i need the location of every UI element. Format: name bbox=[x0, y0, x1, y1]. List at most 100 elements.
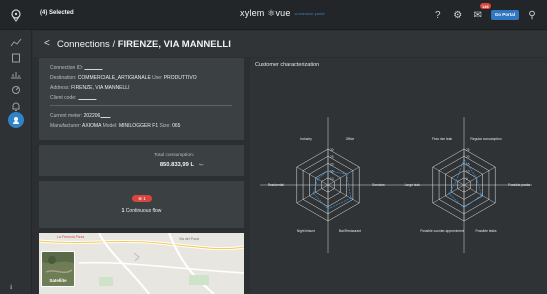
info-divider bbox=[50, 105, 232, 106]
size-label: Size: bbox=[159, 123, 171, 129]
analytics-icon[interactable] bbox=[9, 84, 23, 96]
radar-spoke bbox=[327, 184, 360, 204]
alerts-card[interactable]: ⊗ 1 1 Continuous flow bbox=[39, 181, 244, 228]
radar-axis-label: Large leak bbox=[405, 183, 421, 187]
bar-chart-icon[interactable] bbox=[9, 68, 23, 80]
radar-spoke bbox=[296, 166, 329, 186]
info-icon[interactable]: ℹ bbox=[10, 284, 12, 291]
radar-data-point bbox=[455, 179, 458, 182]
back-chevron-icon[interactable]: < bbox=[44, 38, 50, 49]
redaction-scribble bbox=[100, 113, 113, 118]
radar-axis-label: Services bbox=[372, 183, 385, 187]
destination-row: Destination: COMMERCIALE_ARTIGIANALE Use… bbox=[50, 75, 197, 81]
go-portal-button[interactable]: Go Portal bbox=[490, 10, 519, 20]
address-value: FIRENZE, VIA MANNELLI bbox=[71, 85, 130, 91]
breadcrumb-connections[interactable]: Connections / bbox=[57, 39, 118, 50]
radar-data-point bbox=[475, 176, 478, 179]
radar-axis-label: Possible peaks bbox=[508, 183, 531, 187]
location-pin-icon[interactable] bbox=[9, 8, 23, 22]
redaction-scribble bbox=[84, 65, 105, 70]
continuous-flow-alert: 1 Continuous flow bbox=[39, 208, 244, 214]
radar-tick-label: 20 bbox=[330, 162, 334, 166]
radar-data-point bbox=[463, 207, 465, 209]
alert-label: Continuous flow bbox=[125, 208, 162, 214]
current-meter-value: 202206 bbox=[83, 113, 101, 119]
manufacturer-label: Manufacturer: bbox=[50, 123, 81, 129]
radar-axis-label: Residential bbox=[268, 183, 285, 187]
radar-data-point bbox=[327, 169, 329, 172]
map-street-label: Via dei Pucci bbox=[179, 237, 200, 241]
radar-data-point bbox=[349, 197, 352, 200]
total-consumption-value: 850.833,99 L bbox=[159, 162, 194, 168]
radar-axis-label: Flow rise leak bbox=[432, 137, 453, 141]
connection-info-card: Connection ID: Destination: COMMERCIALE_… bbox=[39, 58, 244, 140]
current-meter-row: Current meter: 202206 bbox=[50, 113, 113, 119]
radar-tick-label: 10 bbox=[330, 177, 334, 181]
connection-id-row: Connection ID: bbox=[50, 65, 105, 71]
mail-badge: 146 bbox=[480, 3, 491, 9]
radar-charts: 1015202530OfficeServicesBar/RestaurantNi… bbox=[260, 117, 532, 253]
settings-gear-icon[interactable]: ⚙ bbox=[451, 8, 465, 22]
document-icon[interactable] bbox=[9, 52, 23, 64]
radar-data-point bbox=[316, 178, 319, 180]
top-bar: (4) Selected xylem ⚛vue conversion portal… bbox=[0, 0, 547, 30]
model-label: Model: bbox=[102, 123, 118, 129]
radar-spoke bbox=[296, 184, 329, 204]
user-icon[interactable]: ⚲ bbox=[525, 8, 539, 22]
brand-name: xylem ⚛vue bbox=[240, 8, 291, 18]
alert-count: 1 bbox=[121, 208, 125, 214]
radar-axis-label: Industry bbox=[300, 137, 312, 141]
radar-data-point bbox=[448, 192, 450, 195]
location-map[interactable]: La Ferrovia Pizza Via dei Pucci Satellit… bbox=[39, 233, 244, 294]
destination-value: COMMERCIALE_ARTIGIANALE bbox=[77, 75, 151, 81]
satellite-label: Satellite bbox=[49, 278, 67, 283]
mail-icon[interactable]: ✉ 146 bbox=[471, 3, 491, 22]
address-label: Address: bbox=[50, 85, 70, 91]
radar-tick-label: 30 bbox=[330, 148, 334, 152]
radar-tick-label: 25 bbox=[466, 148, 470, 152]
radar-axis-label: Possible leaks bbox=[475, 229, 496, 233]
customer-characterization-panel: Customer characterization 10 15 20 25 30 Offi… bbox=[250, 58, 547, 294]
left-navigation: ℹ bbox=[0, 30, 32, 294]
alert-badge: ⊗ 1 bbox=[132, 195, 152, 202]
top-bar-actions: ? ⚙ ✉ 146 Go Portal ⚲ bbox=[431, 3, 539, 23]
connection-name: FIRENZE, VIA MANNELLI bbox=[117, 39, 231, 50]
total-consumption-card: Total consumption: 850.833,99 L ⌙ bbox=[39, 145, 244, 176]
current-meter-label: Current meter: bbox=[50, 113, 83, 119]
brand-logo: xylem ⚛vue conversion portal bbox=[240, 8, 325, 19]
page-header: < Connections / FIRENZE, VIA MANNELLI bbox=[33, 31, 547, 57]
use-value: PRODUTTIVO bbox=[163, 75, 197, 81]
brand-subtitle: conversion portal bbox=[294, 11, 325, 16]
destination-label: Destination: bbox=[50, 75, 77, 81]
radar-spoke bbox=[432, 166, 465, 186]
model-value: MINILOGGER F1 bbox=[118, 123, 159, 129]
client-code-row: Client code: bbox=[50, 95, 98, 101]
radar-tick-label: 20 bbox=[466, 155, 470, 159]
radar-data-point bbox=[345, 173, 348, 176]
meter-icon[interactable] bbox=[8, 112, 24, 128]
use-label: Use: bbox=[152, 75, 163, 81]
chart-line-icon[interactable] bbox=[9, 36, 23, 48]
client-code-label: Client code: bbox=[50, 95, 77, 101]
radar-tick-label: 5 bbox=[466, 177, 468, 181]
radar-data-point bbox=[312, 192, 315, 195]
radar-tick-label: 10 bbox=[466, 170, 470, 174]
bell-icon[interactable] bbox=[9, 100, 23, 112]
selected-count[interactable]: (4) Selected bbox=[40, 10, 74, 16]
map-place-label: La Ferrovia Pizza bbox=[57, 235, 85, 239]
manufacturer-row: Manufacturer: AXIOMA Model: MINILOGGER F… bbox=[50, 123, 180, 129]
help-icon[interactable]: ? bbox=[431, 8, 445, 22]
radar-axis-label: Office bbox=[346, 137, 355, 141]
radar-axis-label: Regular consumption bbox=[470, 137, 501, 141]
radar-data-point bbox=[463, 158, 465, 160]
radar-tick-label: 25 bbox=[330, 155, 334, 159]
satellite-toggle[interactable]: Satellite bbox=[41, 251, 75, 287]
radar-axis-label: Night leisure bbox=[297, 229, 315, 233]
radar-data-point bbox=[480, 194, 483, 196]
manufacturer-value: AXIOMA bbox=[81, 123, 102, 129]
radar-data-point bbox=[327, 208, 329, 210]
address-row: Address: FIRENZE, VIA MANNELLI bbox=[50, 85, 129, 91]
page-title: Connections / FIRENZE, VIA MANNELLI bbox=[57, 39, 231, 50]
connection-id-label: Connection ID: bbox=[50, 65, 84, 71]
chart-line-icon[interactable]: ⌙ bbox=[199, 161, 204, 168]
